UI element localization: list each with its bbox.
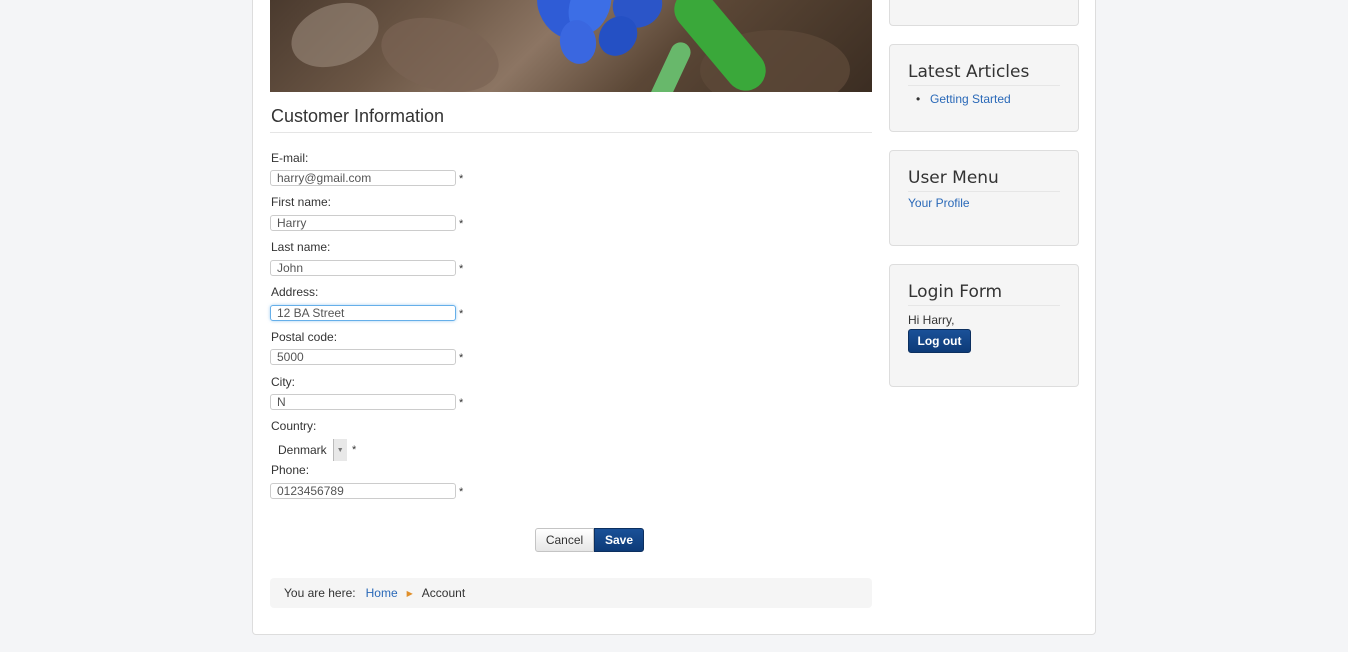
required-marker: * [459, 397, 464, 409]
phone-field[interactable] [270, 483, 456, 499]
module-title: User Menu [908, 168, 999, 188]
email-label: E-mail: [271, 151, 309, 165]
city-label: City: [271, 375, 295, 389]
breadcrumb-prefix: You are here: [284, 586, 356, 600]
last-name-field[interactable] [270, 260, 456, 276]
required-marker: * [459, 173, 464, 185]
user-menu-module: User Menu Your Profile [889, 150, 1079, 246]
header-banner-image [270, 0, 872, 92]
required-marker: * [459, 308, 464, 320]
required-marker: * [352, 444, 357, 456]
getting-started-link[interactable]: Getting Started [930, 92, 1011, 106]
postal-code-field[interactable] [270, 349, 456, 365]
breadcrumb-home-link[interactable]: Home [366, 586, 398, 600]
country-selected-value: Denmark [278, 443, 327, 457]
login-form-module: Login Form Hi Harry, Log out [889, 264, 1079, 387]
sidebar-module-top [889, 0, 1079, 26]
city-field[interactable] [270, 394, 456, 410]
required-marker: * [459, 352, 464, 364]
postal-code-label: Postal code: [271, 330, 338, 344]
address-field[interactable] [270, 305, 456, 321]
module-divider [908, 305, 1060, 306]
cancel-button[interactable]: Cancel [535, 528, 594, 552]
title-divider [270, 132, 872, 133]
required-marker: * [459, 218, 464, 230]
triangle-right-icon: ▶ [406, 588, 413, 598]
email-field[interactable] [270, 170, 456, 186]
required-marker: * [459, 263, 464, 275]
module-title: Login Form [908, 282, 1003, 302]
required-marker: * [459, 486, 464, 498]
breadcrumb: You are here: Home ▶ Account [270, 578, 872, 608]
country-select[interactable]: Denmark ▼ [270, 439, 347, 461]
last-name-label: Last name: [271, 240, 331, 254]
page-title: Customer Information [271, 106, 445, 126]
breadcrumb-current: Account [421, 586, 466, 600]
bullet-icon: • [916, 92, 921, 106]
address-label: Address: [271, 285, 319, 299]
save-button[interactable]: Save [594, 528, 644, 552]
first-name-field[interactable] [270, 215, 456, 231]
module-divider [908, 85, 1060, 86]
module-title: Latest Articles [908, 62, 1030, 82]
country-label: Country: [271, 419, 317, 433]
logout-button[interactable]: Log out [908, 329, 971, 353]
phone-label: Phone: [271, 463, 310, 477]
greeting-text: Hi Harry, [908, 313, 955, 327]
module-divider [908, 191, 1060, 192]
latest-articles-module: Latest Articles • Getting Started [889, 44, 1079, 132]
chevron-down-icon[interactable]: ▼ [332, 439, 347, 461]
first-name-label: First name: [271, 195, 332, 209]
your-profile-link[interactable]: Your Profile [908, 196, 970, 210]
